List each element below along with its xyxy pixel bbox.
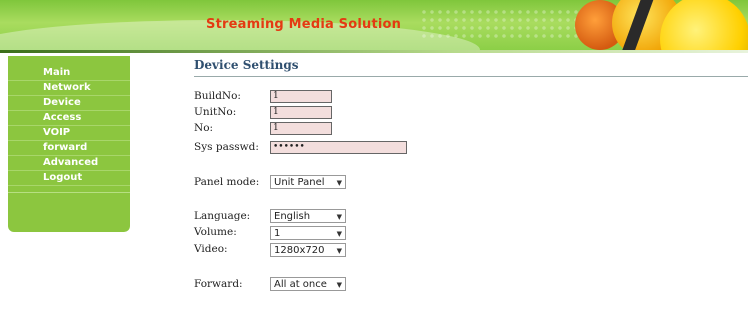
volume-select[interactable]: 1 ▼ (270, 226, 346, 240)
forward-value: All at once (274, 279, 327, 290)
chevron-down-icon: ▼ (336, 247, 342, 255)
unit-no-label: UnitNo: (194, 106, 237, 118)
sidebar-item-network[interactable]: Network (8, 81, 130, 96)
sidebar-divider (8, 192, 130, 193)
panel-mode-value: Unit Panel (274, 177, 325, 188)
sidebar-item-voip[interactable]: VOIP (8, 126, 130, 141)
chevron-down-icon: ▼ (336, 213, 342, 221)
language-label: Language: (194, 210, 251, 222)
header-banner: Streaming Media Solution (0, 0, 748, 50)
language-value: English (274, 211, 311, 222)
sidebar-menu: Main Network Device Access VOIP forward … (8, 66, 130, 186)
header-divider (0, 50, 748, 53)
volume-label: Volume: (194, 226, 237, 238)
no-input[interactable]: 1 (270, 122, 332, 135)
video-label: Video: (194, 243, 228, 255)
build-no-input[interactable]: 1 (270, 90, 332, 103)
sidebar-item-main[interactable]: Main (8, 66, 130, 81)
page-title: Device Settings (194, 58, 299, 72)
unit-no-input[interactable]: 1 (270, 106, 332, 119)
video-value: 1280x720 (274, 245, 325, 256)
build-no-label: BuildNo: (194, 90, 241, 102)
app-title: Streaming Media Solution (206, 17, 402, 32)
sidebar-item-advanced[interactable]: Advanced (8, 156, 130, 171)
title-divider (194, 76, 748, 77)
forward-select[interactable]: All at once ▼ (270, 277, 346, 291)
panel-mode-label: Panel mode: (194, 176, 260, 188)
forward-label: Forward: (194, 278, 243, 290)
chevron-down-icon: ▼ (336, 179, 342, 187)
video-select[interactable]: 1280x720 ▼ (270, 243, 346, 257)
volume-value: 1 (274, 228, 281, 239)
sidebar: Main Network Device Access VOIP forward … (8, 56, 130, 232)
yellow-fruit-graphic (660, 0, 748, 50)
chevron-down-icon: ▼ (336, 230, 342, 238)
banner-dots (420, 8, 580, 38)
chevron-down-icon: ▼ (336, 281, 342, 289)
sys-passwd-input[interactable]: •••••• (270, 141, 407, 154)
sidebar-item-forward[interactable]: forward (8, 141, 130, 156)
sidebar-item-device[interactable]: Device (8, 96, 130, 111)
panel-mode-select[interactable]: Unit Panel ▼ (270, 175, 346, 189)
no-label: No: (194, 122, 214, 134)
sidebar-item-access[interactable]: Access (8, 111, 130, 126)
sys-passwd-label: Sys passwd: (194, 141, 259, 153)
sidebar-item-logout[interactable]: Logout (8, 171, 130, 186)
language-select[interactable]: English ▼ (270, 209, 346, 223)
